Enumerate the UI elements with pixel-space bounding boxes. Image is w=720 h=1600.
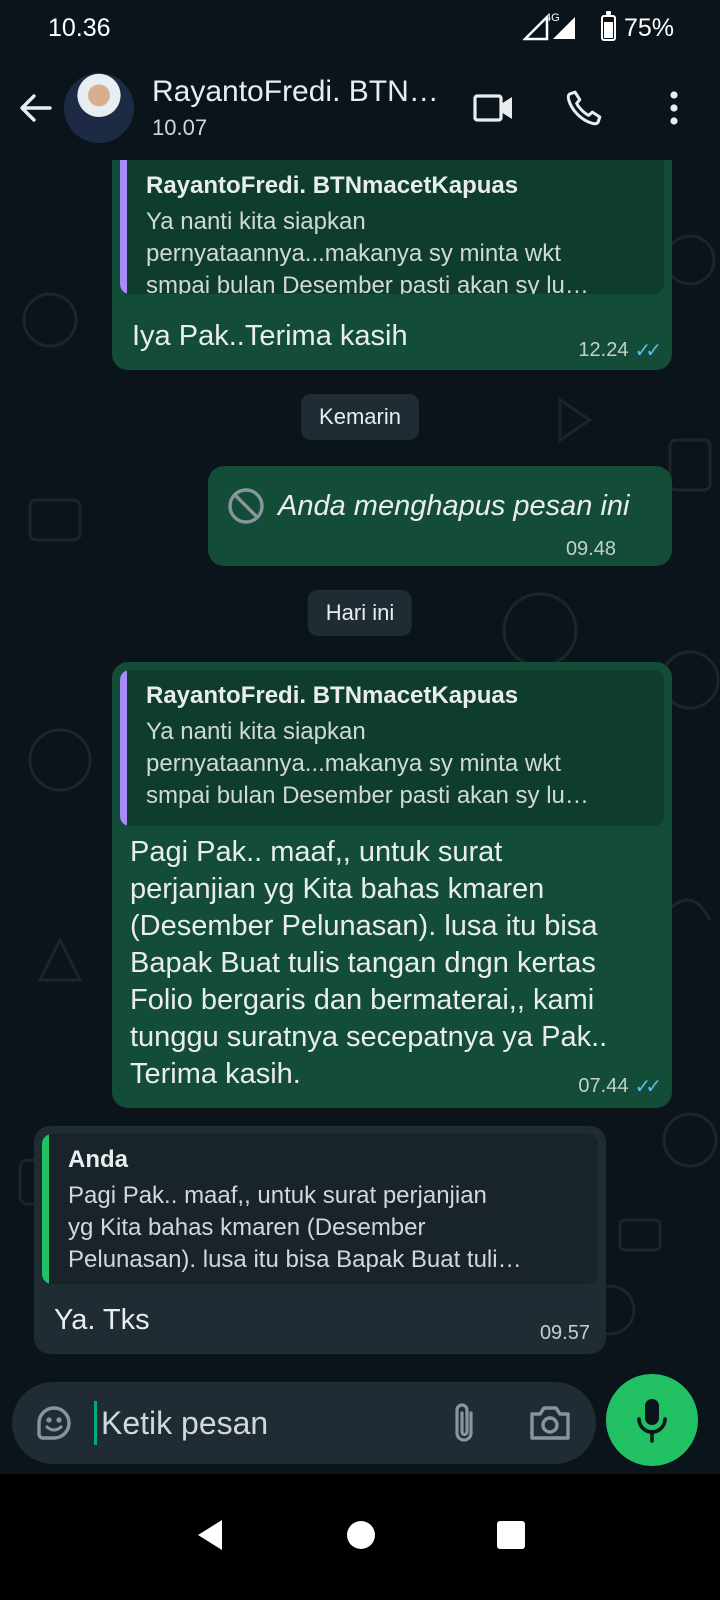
contact-name: RayantoFredi. BTN…: [152, 75, 439, 108]
system-nav-bar: [0, 1474, 720, 1600]
quoted-text: Ya nanti kita siapkan pernyataannya...ma…: [146, 716, 650, 812]
message-line: tunggu suratnya secepatnya ya Pak..: [130, 1021, 608, 1053]
status-time: 10.36: [48, 13, 111, 42]
message-bubble-incoming[interactable]: Anda Pagi Pak.. maaf,, untuk surat perja…: [34, 1126, 606, 1354]
message-bubble-outgoing[interactable]: Anda menghapus pesan ini 09.48: [208, 466, 672, 566]
message-text: Iya Pak..Terima kasih: [132, 320, 408, 352]
status-bar: 10.36 4G 75%: [0, 0, 720, 56]
message-time: 09.48: [565, 538, 616, 560]
message-line: Folio bergaris dan bermaterai,, kami: [130, 984, 595, 1016]
message-bubble-outgoing[interactable]: RayantoFredi. BTNmacetKapuas Ya nanti ki…: [112, 662, 672, 1108]
message-line: (Desember Pelunasan). lusa itu bisa: [130, 910, 598, 942]
date-divider: Hari ini: [307, 590, 413, 636]
quoted-line: pernyataannya...makanya sy minta wkt: [146, 240, 561, 267]
message-meta: 12.24 ✓✓: [578, 338, 661, 363]
message-meta: 09.48: [566, 538, 616, 561]
voice-call-icon: [566, 90, 602, 126]
status-icons: 4G 75%: [522, 11, 674, 43]
message-text: Ya. Tks: [54, 1304, 150, 1336]
quoted-author: Anda: [68, 1146, 128, 1173]
contact-subtitle: 10.07: [152, 115, 208, 140]
deleted-message-text: Anda menghapus pesan ini: [278, 489, 630, 522]
nav-back-button[interactable]: [194, 1518, 226, 1557]
message-line: perjanjian yg Kita bahas kmaren: [130, 873, 545, 905]
read-ticks-icon: ✓✓: [634, 1076, 661, 1098]
voice-record-button[interactable]: [606, 1374, 698, 1466]
date-divider: Kemarin: [301, 394, 419, 440]
message-time: 07.44: [578, 1075, 629, 1097]
video-call-button[interactable]: [466, 80, 522, 136]
message-line: Bapak Buat tulis tangan dngn kertas: [130, 947, 596, 979]
battery-icon: [600, 11, 616, 41]
battery-level: 75%: [623, 13, 674, 42]
voice-call-button[interactable]: [556, 80, 612, 136]
more-options-icon: [670, 91, 678, 125]
message-input[interactable]: [94, 1401, 424, 1445]
quoted-line: smpai bulan Desember pasti akan sy lu…: [146, 782, 589, 809]
quoted-message[interactable]: RayantoFredi. BTNmacetKapuas Ya nanti ki…: [120, 670, 664, 826]
message-bubble-outgoing[interactable]: RayantoFredi. BTNmacetKapuas Ya nanti ki…: [112, 160, 672, 370]
contact-info[interactable]: RayantoFredi. BTN… 10.07: [152, 75, 462, 141]
video-call-icon: [473, 94, 512, 122]
deleted-icon: [228, 488, 264, 524]
message-composer: [12, 1382, 596, 1464]
attach-button[interactable]: [436, 1395, 492, 1451]
quoted-line: pernyataannya...makanya sy minta wkt: [146, 750, 561, 777]
message-time: 09.57: [539, 1322, 590, 1344]
nav-recents-icon: [497, 1520, 525, 1549]
mic-icon: [637, 1399, 667, 1443]
message-meta: 07.44 ✓✓: [578, 1074, 661, 1099]
quoted-message[interactable]: Anda Pagi Pak.. maaf,, untuk surat perja…: [42, 1134, 598, 1284]
quoted-text: Pagi Pak.. maaf,, untuk surat perjanjian…: [68, 1180, 584, 1276]
camera-icon: [530, 1406, 570, 1440]
quoted-line: Ya nanti kita siapkan: [146, 718, 366, 745]
more-options-button[interactable]: [646, 80, 702, 136]
deleted-message: Anda menghapus pesan ini: [226, 486, 629, 526]
message-line: Pagi Pak.. maaf,, untuk surat: [130, 836, 503, 868]
message-text: Pagi Pak.. maaf,, untuk surat perjanjian…: [130, 834, 607, 1093]
back-button[interactable]: [8, 80, 64, 136]
quoted-line: yg Kita bahas kmaren (Desember: [68, 1214, 426, 1241]
quoted-line: Pelunasan). lusa itu bisa Bapak Buat tul…: [68, 1246, 522, 1273]
sticker-button[interactable]: [26, 1395, 82, 1451]
message-line: Terima kasih.: [130, 1058, 301, 1090]
camera-button[interactable]: [522, 1395, 578, 1451]
quoted-author: RayantoFredi. BTNmacetKapuas: [146, 172, 519, 199]
nav-home-button[interactable]: [346, 1520, 376, 1555]
quoted-line: smpai bulan Desember pasti akan sy lu…: [146, 272, 589, 294]
message-meta: 09.57: [540, 1322, 590, 1345]
message-time: 12.24: [578, 339, 629, 361]
nav-home-icon: [347, 1520, 375, 1549]
read-ticks-icon: ✓✓: [634, 340, 661, 362]
quoted-author: RayantoFredi. BTNmacetKapuas: [146, 682, 519, 709]
quoted-text: Ya nanti kita siapkan pernyataannya...ma…: [146, 206, 650, 294]
chat-header: RayantoFredi. BTN… 10.07: [0, 56, 720, 160]
back-arrow-icon: [20, 94, 52, 122]
quoted-line: Pagi Pak.. maaf,, untuk surat perjanjian: [68, 1182, 487, 1209]
sticker-icon: [37, 1406, 71, 1440]
avatar[interactable]: [64, 73, 134, 143]
quoted-message[interactable]: RayantoFredi. BTNmacetKapuas Ya nanti ki…: [120, 160, 664, 294]
quoted-line: Ya nanti kita siapkan: [146, 208, 366, 235]
attach-icon: [455, 1403, 473, 1442]
chat-area[interactable]: RayantoFredi. BTNmacetKapuas Ya nanti ki…: [0, 160, 720, 1375]
nav-recents-button[interactable]: [496, 1520, 526, 1555]
nav-back-icon: [198, 1519, 222, 1550]
